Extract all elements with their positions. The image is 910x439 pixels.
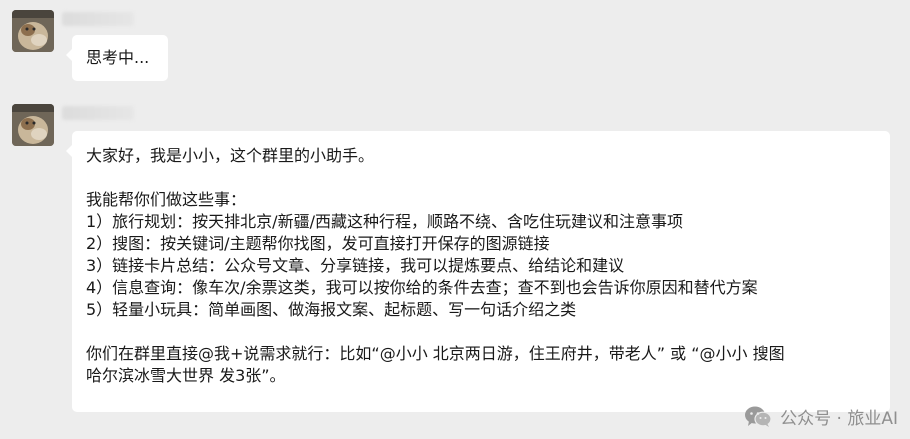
message-line: 我能帮你们做这些事： <box>86 190 247 209</box>
sender-name-blurred <box>62 106 134 120</box>
message-bubble[interactable]: 思考中... <box>66 35 168 81</box>
message-line: 大家好，我是小小，这个群里的小助手。 <box>86 146 375 165</box>
watermark: 公众号 · 旅业AI <box>744 404 898 429</box>
avatar[interactable] <box>12 104 54 146</box>
cat-avatar-image <box>12 10 54 52</box>
watermark-text: 公众号 · 旅业AI <box>780 409 898 429</box>
wechat-icon <box>745 406 772 427</box>
cat-avatar-image <box>12 104 54 146</box>
message-line: 哈尔滨冰雪大世界 发3张”。 <box>86 366 286 385</box>
sender-name-blurred <box>62 12 134 26</box>
message-line: 1）旅行规划：按天排北京/新疆/西藏这种行程，顺路不绕、含吃住玩建议和注意事项 <box>86 212 683 231</box>
message-line: 2）搜图：按关键词/主题帮你找图，发可直接打开保存的图源链接 <box>86 234 550 253</box>
avatar[interactable] <box>12 10 54 52</box>
message-line: 3）链接卡片总结：公众号文章、分享链接，我可以提炼要点、给结论和建议 <box>86 256 625 275</box>
message-text: 思考中... <box>86 48 150 67</box>
message-line: 你们在群里直接@我+说需求就行：比如“@小小 北京两日游，住王府井，带老人” 或… <box>86 344 785 363</box>
message-line: 5）轻量小玩具：简单画图、做海报文案、起标题、写一句话介绍之类 <box>86 300 577 319</box>
message-bubble[interactable]: 大家好，我是小小，这个群里的小助手。 我能帮你们做这些事： 1）旅行规划：按天排… <box>66 131 890 412</box>
message-line: 4）信息查询：像车次/余票这类，我可以按你给的条件去查；查不到也会告诉你原因和替… <box>86 278 758 297</box>
